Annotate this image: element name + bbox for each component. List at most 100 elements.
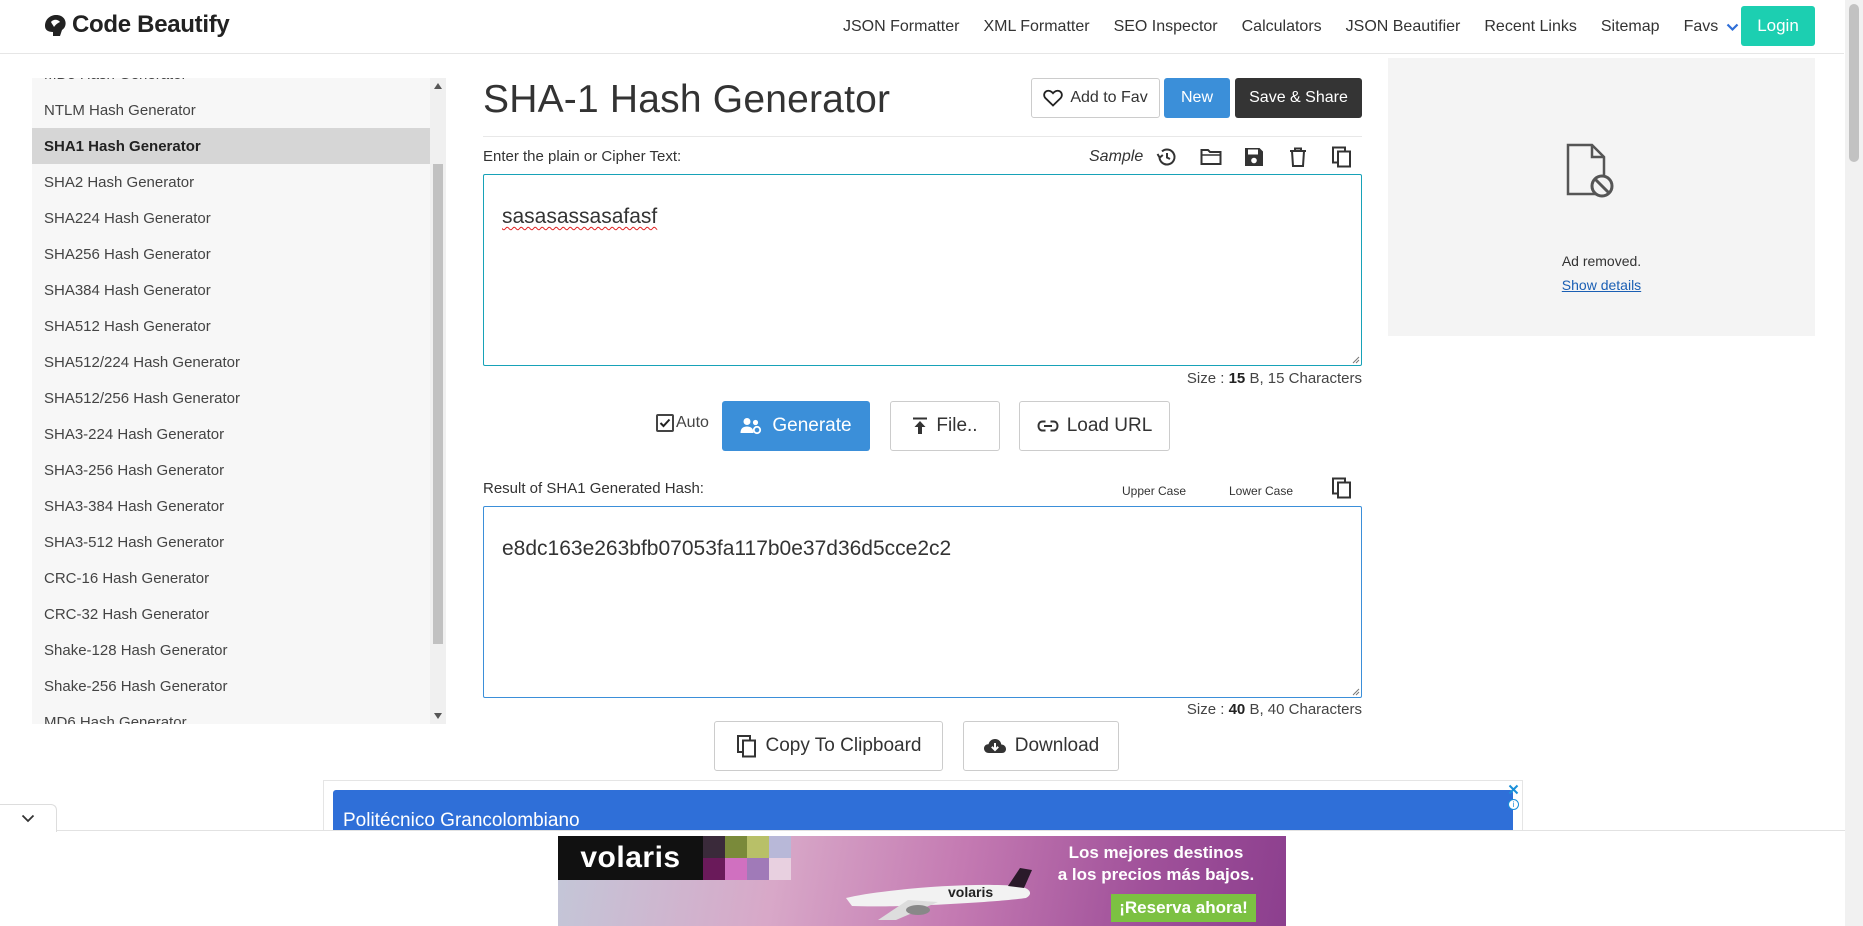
trash-icon[interactable] — [1286, 145, 1310, 169]
file-label: File.. — [936, 415, 978, 436]
volaris-ad[interactable]: volaris volaris Los mejores destinos a l… — [558, 836, 1286, 926]
add-to-fav-button[interactable]: Add to Fav — [1031, 78, 1160, 118]
sidebar-item-crc32[interactable]: CRC-32 Hash Generator — [32, 596, 430, 632]
page-scroll-thumb[interactable] — [1849, 4, 1859, 162]
result-size-info: Size : 40 B, 40 Characters — [1187, 701, 1362, 718]
sidebar-scrollbar[interactable] — [430, 78, 446, 724]
sidebar-scroll-thumb[interactable] — [433, 164, 443, 644]
users-gear-icon — [740, 418, 762, 435]
sidebar-item-shake128[interactable]: Shake-128 Hash Generator — [32, 632, 430, 668]
ad-blocked-document-icon — [1566, 143, 1614, 198]
ad-removed-text: Ad removed. — [1561, 253, 1642, 269]
chevron-down-icon — [21, 814, 35, 823]
sidebar-item-sha224[interactable]: SHA224 Hash Generator — [32, 200, 430, 236]
input-size-bytes: 15 — [1228, 370, 1246, 387]
clipboard-icon — [736, 735, 756, 758]
title-divider — [483, 136, 1362, 137]
auto-label: Auto — [676, 414, 709, 431]
nav-xml-formatter[interactable]: XML Formatter — [983, 18, 1089, 36]
volaris-tagline-line1: Los mejores destinos — [1068, 843, 1244, 862]
copy-to-clipboard-button[interactable]: Copy To Clipboard — [714, 721, 943, 771]
input-size-info: Size : 15 B, 15 Characters — [1187, 370, 1362, 387]
site-logo[interactable]: Code Beautify — [40, 10, 230, 40]
nav-json-beautifier[interactable]: JSON Beautifier — [1346, 18, 1461, 36]
scroll-down-icon[interactable] — [434, 713, 442, 719]
sidebar-item-md6[interactable]: MD6 Hash Generator — [32, 704, 430, 725]
sidebar-item-sha512-224[interactable]: SHA512/224 Hash Generator — [32, 344, 430, 380]
volaris-logo: volaris — [558, 836, 703, 880]
copy-label: Copy To Clipboard — [765, 735, 922, 756]
ad-panel: Ad removed. Show details — [1388, 58, 1815, 336]
download-button[interactable]: Download — [963, 721, 1119, 771]
result-size-bytes: 40 — [1228, 701, 1246, 718]
nav-recent-links[interactable]: Recent Links — [1484, 18, 1577, 36]
banner-ad-container: Politécnico Grancolombiano i — [323, 780, 1523, 831]
hash-result-output[interactable]: e8dc163e263bfb07053fa117b0e37d36d5cce2c2 — [483, 506, 1362, 698]
hash-tools-sidebar: MD5 Hash Generator NTLM Hash Generator S… — [32, 78, 446, 724]
result-label: Result of SHA1 Generated Hash: — [483, 480, 704, 497]
collapse-ad-button[interactable] — [0, 804, 57, 832]
sidebar-item-sha3-384[interactable]: SHA3-384 Hash Generator — [32, 488, 430, 524]
result-size-suffix: B, 40 Characters — [1245, 701, 1362, 718]
download-label: Download — [1014, 735, 1100, 756]
sample-link[interactable]: Sample — [1089, 148, 1143, 166]
volaris-color-tiles — [703, 836, 791, 880]
input-size-suffix: B, 15 Characters — [1245, 370, 1362, 387]
sidebar-item-crc16[interactable]: CRC-16 Hash Generator — [32, 560, 430, 596]
resize-grip-icon[interactable] — [1352, 356, 1360, 364]
volaris-tagline-line2: a los precios más bajos. — [1057, 865, 1255, 884]
new-button[interactable]: New — [1164, 78, 1230, 118]
show-details-link[interactable]: Show details — [1388, 277, 1815, 293]
lower-case-button[interactable]: Lower Case — [1229, 484, 1293, 498]
ad-close-icon[interactable] — [1507, 783, 1520, 796]
page-title: SHA-1 Hash Generator — [483, 78, 891, 121]
sidebar-item-sha256[interactable]: SHA256 Hash Generator — [32, 236, 430, 272]
auto-checkbox[interactable] — [656, 414, 674, 432]
sidebar-item-sha3-224[interactable]: SHA3-224 Hash Generator — [32, 416, 430, 452]
folder-open-icon[interactable] — [1199, 145, 1223, 169]
banner-ad[interactable]: Politécnico Grancolombiano — [333, 790, 1513, 831]
logo-text: Code Beautify — [72, 11, 230, 38]
nav-json-formatter[interactable]: JSON Formatter — [843, 18, 959, 36]
volaris-cta-button[interactable]: ¡Reserva ahora! — [1111, 894, 1256, 922]
sidebar-item-sha512-256[interactable]: SHA512/256 Hash Generator — [32, 380, 430, 416]
sidebar-item-sha512[interactable]: SHA512 Hash Generator — [32, 308, 430, 344]
upper-case-button[interactable]: Upper Case — [1122, 484, 1186, 498]
auto-toggle[interactable]: Auto — [656, 414, 709, 432]
history-icon[interactable] — [1155, 145, 1179, 169]
nav-calculators[interactable]: Calculators — [1242, 18, 1322, 36]
logo-icon — [45, 15, 66, 36]
save-icon[interactable] — [1242, 145, 1266, 169]
generate-label: Generate — [772, 415, 852, 436]
airplane-image: volaris — [846, 868, 1032, 920]
copy-icon[interactable] — [1330, 145, 1354, 169]
sidebar-item-sha3-256[interactable]: SHA3-256 Hash Generator — [32, 452, 430, 488]
login-button[interactable]: Login — [1741, 6, 1815, 46]
nav-sitemap[interactable]: Sitemap — [1601, 18, 1660, 36]
generate-button[interactable]: Generate — [722, 401, 870, 451]
load-url-label: Load URL — [1066, 415, 1153, 436]
sidebar-item-sha3-512[interactable]: SHA3-512 Hash Generator — [32, 524, 430, 560]
scroll-up-icon[interactable] — [434, 83, 442, 89]
page-scrollbar[interactable] — [1845, 0, 1863, 926]
resize-grip-icon[interactable] — [1352, 688, 1360, 696]
sidebar-item-sha384[interactable]: SHA384 Hash Generator — [32, 272, 430, 308]
nav-seo-inspector[interactable]: SEO Inspector — [1114, 18, 1218, 36]
sidebar-item-sha2[interactable]: SHA2 Hash Generator — [32, 164, 430, 200]
nav-favs-dropdown[interactable]: Favs — [1684, 18, 1740, 36]
file-upload-button[interactable]: File.. — [890, 401, 1000, 451]
sidebar-item-shake256[interactable]: Shake-256 Hash Generator — [32, 668, 430, 704]
nav-favs-label: Favs — [1683, 18, 1719, 35]
sidebar-list: MD5 Hash Generator NTLM Hash Generator S… — [32, 78, 430, 724]
input-text-value: sasasassasafasf — [502, 205, 658, 228]
sidebar-item-sha1[interactable]: SHA1 Hash Generator — [32, 128, 430, 164]
copy-result-icon[interactable] — [1330, 476, 1354, 500]
upload-icon — [913, 417, 928, 434]
sidebar-item-ntlm[interactable]: NTLM Hash Generator — [32, 92, 430, 128]
result-size-prefix: Size : — [1186, 701, 1229, 718]
save-share-button[interactable]: Save & Share — [1235, 78, 1362, 118]
plain-text-input[interactable]: sasasassasafasf — [483, 174, 1362, 366]
load-url-button[interactable]: Load URL — [1019, 401, 1170, 451]
ad-info-icon[interactable]: i — [1508, 799, 1519, 810]
sidebar-item-md5[interactable]: MD5 Hash Generator — [32, 78, 430, 92]
